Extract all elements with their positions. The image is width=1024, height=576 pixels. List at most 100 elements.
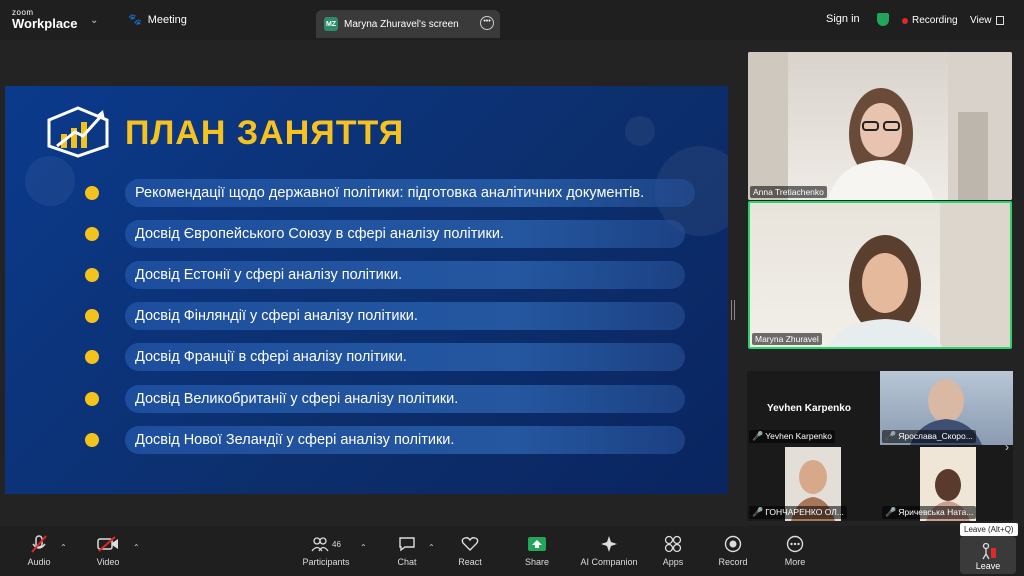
participant-video [828,203,1010,347]
gallery-tile-2[interactable]: 🎤 Ярослава_Скоро... [880,371,1013,445]
more-icon [770,534,820,554]
shared-screen-title: Maryna Zhuravel's screen [344,18,459,30]
mic-muted-icon: 🎤 [885,507,897,517]
mic-muted-icon [14,534,64,554]
camera-off-icon [83,534,133,554]
more-label: More [784,557,806,567]
participant-gallery: Yevhen Karpenko 🎤 Yevhen Karpenko 🎤 Яросла… [747,371,1013,521]
sparkle-icon [578,534,640,554]
record-button[interactable]: Record [708,534,758,567]
chat-button[interactable]: Chat [382,534,432,567]
growth-chart-icon [47,106,109,158]
meeting-tab[interactable]: 🐾 Meeting [128,13,187,27]
agenda-item: Досвід Європейського Союзу в сфері аналі… [85,219,685,249]
resize-handle[interactable] [731,300,735,320]
audio-label: Audio [27,557,51,567]
apps-icon [648,534,698,554]
video-button[interactable]: Video [83,534,133,567]
participant-label: 🎤 Яричевська Ната... [882,506,977,519]
audio-button[interactable]: Audio [14,534,64,567]
share-label: Share [524,557,550,567]
chevron-down-icon[interactable]: ⌄ [90,15,98,26]
view-button[interactable]: View [970,15,1004,26]
participant-name-card: Yevhen Karpenko [767,403,851,414]
brand-name: Workplace [12,16,78,31]
sign-in-button[interactable]: Sign in [826,13,860,25]
bullet-icon [85,392,99,406]
chevron-up-icon[interactable]: ⌃ [360,543,367,552]
participants-icon: 46 [298,534,354,554]
agenda-item: Досвід Франції в сфері аналізу політики. [85,342,685,372]
apps-button[interactable]: Apps [648,534,698,567]
zoom-logo[interactable]: zoom Workplace [12,9,78,31]
heart-icon [445,534,495,554]
agenda-item-text: Досвід Франції в сфері аналізу політики. [125,343,685,371]
meeting-label: Meeting [147,13,187,26]
video-tile-maryna[interactable]: Maryna Zhuravel [748,201,1012,349]
agenda-item: Досвід Фінляндії у сфері аналізу політик… [85,301,685,331]
recording-indicator[interactable]: Recording [902,15,958,26]
bullet-icon [85,186,99,200]
participant-label: 🎤 Yevhen Karpenko [749,430,836,443]
gallery-tile-4[interactable]: 🎤 Яричевська Ната... [880,447,1013,521]
sharer-avatar: MZ [324,17,338,31]
more-button[interactable]: More [770,534,820,567]
chat-label: Chat [397,557,417,567]
ai-companion-label: AI Companion [580,557,638,567]
participants-label: Participants [302,557,350,567]
chat-icon [382,534,432,554]
leave-button[interactable]: Leave [960,536,1016,574]
view-label: View [970,15,992,26]
chevron-up-icon[interactable]: ⌃ [428,543,435,552]
leave-icon [960,541,1016,561]
gallery-tile-1[interactable]: Yevhen Karpenko 🎤 Yevhen Karpenko [747,371,878,445]
agenda-item: Досвід Естонії у сфері аналізу політики. [85,260,685,290]
mic-muted-icon: 🎤 [752,431,764,441]
bullet-icon [85,433,99,447]
video-label: Video [96,557,120,567]
participant-label: 🎤 Ярослава_Скоро... [882,430,976,443]
grid-icon [995,16,1004,25]
ai-companion-button[interactable]: AI Companion [578,534,640,567]
bullet-icon [85,309,99,323]
participant-video [748,52,1012,200]
record-label: Record [718,557,748,567]
mic-muted-icon: 🎤 [885,431,897,441]
leave-tooltip: Leave (Alt+Q) [960,523,1018,536]
chevron-up-icon[interactable]: ⌃ [133,543,140,552]
share-button[interactable]: Share [512,534,562,567]
participant-name: Anna Tretiachenko [750,186,827,198]
agenda-item-text: Рекомендації щодо державної політики: пі… [125,179,695,207]
bullet-icon [85,268,99,282]
paw-icon: 🐾 [128,14,142,26]
chevron-right-icon[interactable]: › [1005,440,1009,454]
agenda-item-text: Досвід Естонії у сфері аналізу політики. [125,261,685,289]
agenda-item-text: Досвід Фінляндії у сфері аналізу політик… [125,302,685,330]
shared-slide: ПЛАН ЗАНЯТТЯ Рекомендації щодо державної… [5,86,728,494]
agenda-item: Досвід Нової Зеландії у сфері аналізу по… [85,425,685,455]
react-label: React [458,557,482,567]
gallery-tile-3[interactable]: 🎤 ГОНЧАРЕНКО ОЛ... [747,447,878,521]
apps-label: Apps [662,557,684,567]
chevron-up-icon[interactable]: ⌃ [60,543,67,552]
shield-icon[interactable] [877,13,889,26]
participant-name: Maryna Zhuravel [752,333,822,345]
leave-label: Leave [975,561,1001,571]
agenda-item: Рекомендації щодо державної політики: пі… [85,178,695,208]
agenda-item: Досвід Великобританії у сфері аналізу по… [85,384,685,414]
participant-label: 🎤 ГОНЧАРЕНКО ОЛ... [749,506,847,519]
record-icon [708,534,758,554]
react-button[interactable]: React [445,534,495,567]
bullet-icon [85,350,99,364]
shared-screen-tab[interactable]: MZ Maryna Zhuravel's screen ••• [316,10,500,38]
agenda-item-text: Досвід Великобританії у сфері аналізу по… [125,385,685,413]
more-icon[interactable]: ••• [480,16,494,30]
record-dot-icon [902,17,908,24]
slide-title: ПЛАН ЗАНЯТТЯ [125,114,405,152]
video-tile-anna[interactable]: Anna Tretiachenko [748,52,1012,200]
mic-muted-icon: 🎤 [752,507,764,517]
share-screen-icon [512,534,562,554]
participants-count: 46 [332,539,341,549]
decor-circle [625,116,655,146]
participants-button[interactable]: 46 Participants [298,534,354,567]
